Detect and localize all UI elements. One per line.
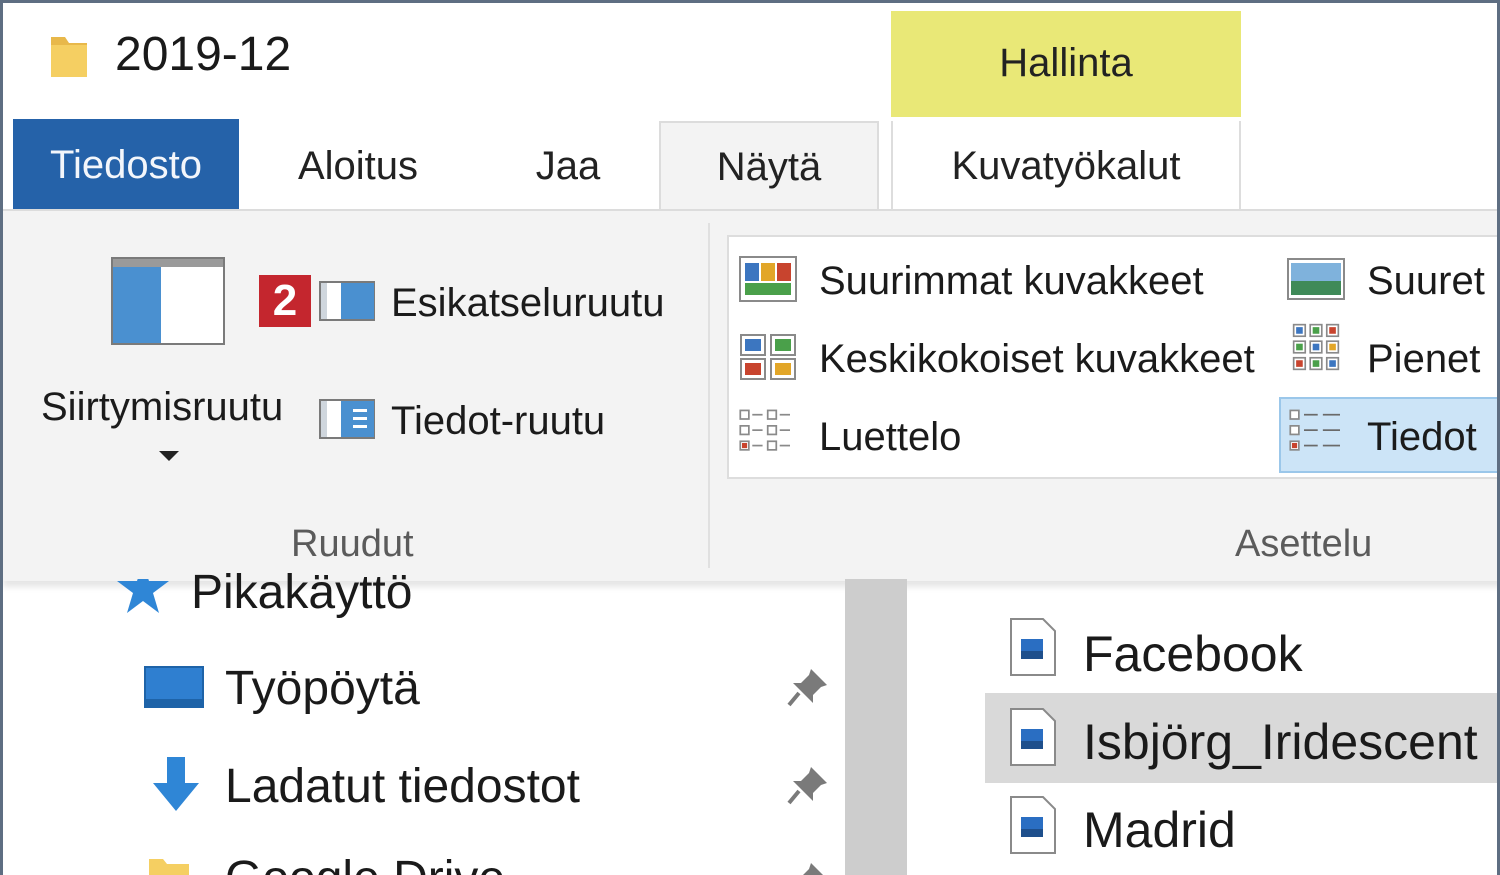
tab-picture-tools[interactable]: Kuvatyökalut — [891, 121, 1241, 211]
group-label-panes: Ruudut — [291, 523, 414, 565]
details-pane-icon — [319, 399, 375, 439]
folder-icon — [149, 859, 189, 875]
folder-icon — [51, 37, 87, 77]
download-arrow-icon — [153, 757, 199, 811]
pin-icon[interactable] — [787, 859, 831, 875]
contextual-group-label: Hallinta — [999, 41, 1133, 85]
list-icon — [739, 409, 790, 451]
layout-large-icons[interactable]: Suuret — [1367, 259, 1485, 304]
details-view-icon — [1289, 409, 1340, 451]
file-item-selected[interactable]: Isbjörg_Iridescent — [1083, 713, 1478, 771]
large-icons-icon — [1287, 258, 1345, 300]
nav-item-desktop[interactable]: Työpöytä — [225, 661, 420, 716]
tab-file[interactable]: Tiedosto — [13, 119, 239, 211]
star-icon — [117, 579, 169, 613]
explorer-window: 2019-12 Hallinta Tiedosto Aloitus Jaa Nä… — [0, 0, 1500, 875]
navigation-pane-icon[interactable] — [111, 257, 225, 345]
nav-item-downloads[interactable]: Ladatut tiedostot — [225, 759, 580, 814]
layout-extra-large-icons[interactable]: Suurimmat kuvakkeet — [819, 259, 1204, 304]
image-file-icon — [1010, 618, 1056, 676]
layout-small-icons[interactable]: Pienet — [1367, 337, 1480, 382]
file-item[interactable]: Madrid — [1083, 801, 1236, 859]
desktop-icon — [144, 666, 204, 708]
extra-large-icons-icon — [739, 256, 797, 302]
layout-medium-icons[interactable]: Keskikokoiset kuvakkeet — [819, 337, 1255, 382]
layout-list[interactable]: Luettelo — [819, 415, 961, 460]
pin-icon[interactable] — [787, 763, 831, 807]
group-label-layout: Asettelu — [1235, 523, 1373, 565]
details-pane-button[interactable]: Tiedot-ruutu — [391, 399, 605, 444]
preview-pane-button[interactable]: Esikatseluruutu — [391, 281, 664, 326]
file-item[interactable]: Facebook — [1083, 625, 1303, 683]
medium-icons-icon — [740, 334, 796, 380]
step-badge: 2 — [259, 275, 311, 327]
navigation-pane-button[interactable]: Siirtymisruutu — [41, 385, 283, 430]
navigation-scrollbar[interactable] — [845, 579, 907, 875]
nav-item-google-drive[interactable]: Google Drive — [225, 851, 505, 875]
nav-item-quick-access[interactable]: Pikakäyttö — [191, 565, 412, 620]
preview-pane-icon — [319, 281, 375, 321]
image-file-icon — [1010, 708, 1056, 766]
window-title: 2019-12 — [115, 28, 292, 81]
image-file-icon — [1010, 796, 1056, 854]
pin-icon[interactable] — [787, 665, 831, 709]
layout-details[interactable]: Tiedot — [1367, 415, 1477, 460]
tab-home[interactable]: Aloitus — [253, 121, 463, 211]
small-icons-icon — [1292, 323, 1340, 371]
tab-view[interactable]: Näytä — [659, 121, 879, 211]
chevron-down-icon[interactable] — [159, 451, 179, 461]
group-separator — [708, 223, 710, 568]
tab-share[interactable]: Jaa — [483, 121, 653, 211]
